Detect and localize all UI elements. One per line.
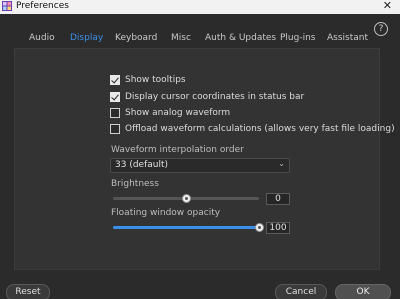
- option-label: Show tooltips: [125, 75, 186, 85]
- reset-button[interactable]: Reset: [6, 284, 50, 299]
- brightness-label: Brightness: [111, 179, 159, 189]
- opacity-value[interactable]: 100: [266, 222, 290, 234]
- option-label: Offload waveform calculations (allows ve…: [125, 124, 395, 134]
- option-cursor-coordinates[interactable]: Display cursor coordinates in status bar: [110, 91, 304, 103]
- option-show-tooltips[interactable]: Show tooltips: [110, 74, 186, 86]
- checkbox-analog-waveform[interactable]: [110, 108, 120, 118]
- window-title: Preferences: [16, 1, 69, 11]
- cancel-button[interactable]: Cancel: [275, 284, 327, 299]
- tab-bar: Audio Display Keyboard Misc Auth & Updat…: [0, 27, 400, 49]
- tab-assistant[interactable]: Assistant: [327, 33, 368, 43]
- option-label: Show analog waveform: [125, 108, 231, 118]
- tab-auth-updates[interactable]: Auth & Updates: [205, 33, 276, 43]
- chevron-down-icon: ⌄: [278, 159, 285, 168]
- brightness-slider[interactable]: [113, 192, 259, 204]
- interpolation-dropdown[interactable]: 33 (default) ⌄: [110, 158, 290, 173]
- help-icon[interactable]: ?: [374, 22, 388, 36]
- checkbox-cursor-coordinates[interactable]: [110, 92, 120, 102]
- tab-plugins[interactable]: Plug-ins: [280, 33, 316, 43]
- title-bar: Preferences ✕: [0, 0, 400, 14]
- tab-display[interactable]: Display: [70, 33, 103, 43]
- opacity-label: Floating window opacity: [111, 208, 221, 218]
- close-icon[interactable]: ✕: [383, 0, 392, 13]
- opacity-slider[interactable]: [113, 221, 264, 233]
- interpolation-value: 33 (default): [115, 160, 169, 170]
- grid-app-icon: [2, 1, 12, 11]
- brightness-value[interactable]: 0: [266, 193, 290, 205]
- checkbox-show-tooltips[interactable]: [110, 75, 120, 85]
- interpolation-label: Waveform interpolation order: [111, 145, 244, 155]
- tab-keyboard[interactable]: Keyboard: [115, 33, 157, 43]
- slider-fill: [113, 226, 259, 229]
- tab-audio[interactable]: Audio: [29, 33, 55, 43]
- ok-button[interactable]: OK: [335, 284, 391, 299]
- option-offload-waveform[interactable]: Offload waveform calculations (allows ve…: [110, 123, 395, 135]
- tab-misc[interactable]: Misc: [171, 33, 191, 43]
- option-analog-waveform[interactable]: Show analog waveform: [110, 107, 230, 119]
- slider-handle[interactable]: [182, 194, 191, 203]
- option-label: Display cursor coordinates in status bar: [125, 92, 305, 102]
- slider-handle[interactable]: [255, 223, 264, 232]
- checkbox-offload-waveform[interactable]: [110, 124, 120, 134]
